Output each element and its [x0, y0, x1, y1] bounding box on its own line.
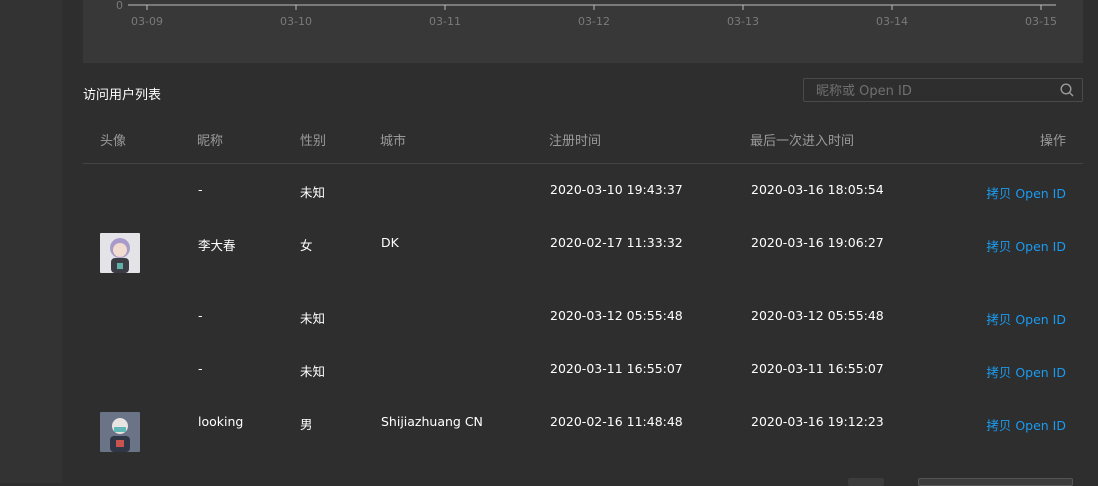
avatar [100, 412, 140, 452]
cell-nickname: - [198, 308, 203, 323]
table-row: looking 男 Shijiazhuang CN 2020-02-16 11:… [83, 396, 1083, 469]
cell-gender: 未知 [300, 364, 326, 379]
user-table: 头像 昵称 性别 城市 注册时间 最后一次进入时间 操作 - 未知 2020-0… [83, 115, 1083, 452]
cell-last-enter-time: 2020-03-16 19:12:23 [751, 414, 884, 429]
table-header: 头像 昵称 性别 城市 注册时间 最后一次进入时间 操作 [83, 115, 1083, 164]
left-sidebar-strip [0, 0, 62, 483]
copy-openid-button[interactable]: 拷贝 Open ID [986, 415, 1066, 434]
avatar-boy-image [100, 412, 140, 452]
x-tick-label: 03-15 [1025, 15, 1057, 28]
x-tick-label: 03-14 [876, 15, 908, 28]
pagination-prev[interactable] [848, 478, 884, 486]
cell-nickname: - [198, 182, 203, 197]
y-tick-label: 0 [116, 0, 123, 12]
cell-gender: 男 [300, 417, 313, 432]
copy-openid-button[interactable]: 拷贝 Open ID [986, 362, 1066, 381]
col-register-time: 注册时间 [549, 134, 602, 149]
avatar-girl-image [100, 233, 140, 273]
x-tick-label: 03-13 [727, 15, 759, 28]
search-icon[interactable] [1060, 83, 1074, 97]
cell-register-time: 2020-02-16 11:48:48 [550, 414, 683, 429]
cell-nickname: looking [198, 414, 244, 429]
pagination-pages[interactable] [918, 478, 1073, 486]
chart-svg: 0 03-09 03-10 03-11 03-12 03-13 03-14 03-15 [116, 0, 1057, 28]
col-city: 城市 [380, 134, 407, 149]
x-tick-label: 03-10 [280, 15, 312, 28]
table-row: 李大春 女 DK 2020-02-17 11:33:32 2020-03-16 … [83, 217, 1083, 290]
copy-openid-button[interactable]: 拷贝 Open ID [986, 309, 1066, 328]
cell-city: Shijiazhuang CN [381, 414, 483, 429]
col-avatar: 头像 [100, 134, 127, 149]
table-row: - 未知 2020-03-12 05:55:48 2020-03-12 05:5… [83, 290, 1083, 343]
search-box[interactable] [803, 78, 1083, 102]
col-gender: 性别 [300, 134, 327, 149]
x-tick-label: 03-09 [131, 15, 163, 28]
cell-nickname: - [198, 361, 203, 376]
copy-openid-button[interactable]: 拷贝 Open ID [986, 236, 1066, 255]
cell-gender: 未知 [300, 311, 326, 326]
cell-register-time: 2020-03-10 19:43:37 [550, 182, 683, 197]
cell-last-enter-time: 2020-03-11 16:55:07 [751, 361, 884, 376]
x-tick-label: 03-11 [429, 15, 461, 28]
col-action: 操作 [1039, 134, 1066, 149]
cell-last-enter-time: 2020-03-16 18:05:54 [751, 182, 884, 197]
cell-gender: 未知 [300, 185, 326, 200]
x-tick-label: 03-12 [578, 15, 610, 28]
search-input[interactable] [814, 82, 1058, 100]
cell-register-time: 2020-03-11 16:55:07 [550, 361, 683, 376]
cell-register-time: 2020-02-17 11:33:32 [550, 235, 683, 250]
cell-nickname: 李大春 [198, 238, 236, 253]
visits-chart: 0 03-09 03-10 03-11 03-12 03-13 03-14 03-15 [83, 0, 1083, 63]
avatar [100, 233, 140, 273]
table-row: - 未知 2020-03-11 16:55:07 2020-03-11 16:5… [83, 343, 1083, 396]
copy-openid-button[interactable]: 拷贝 Open ID [986, 183, 1066, 202]
cell-gender: 女 [300, 238, 313, 253]
cell-register-time: 2020-03-12 05:55:48 [550, 308, 683, 323]
cell-last-enter-time: 2020-03-16 19:06:27 [751, 235, 884, 250]
col-nickname: 昵称 [197, 134, 224, 149]
cell-city: DK [381, 235, 399, 250]
cell-last-enter-time: 2020-03-12 05:55:48 [751, 308, 884, 323]
user-list-title: 访问用户列表 [83, 88, 162, 103]
col-last-enter-time: 最后一次进入时间 [750, 134, 855, 149]
table-row: - 未知 2020-03-10 19:43:37 2020-03-16 18:0… [83, 164, 1083, 217]
